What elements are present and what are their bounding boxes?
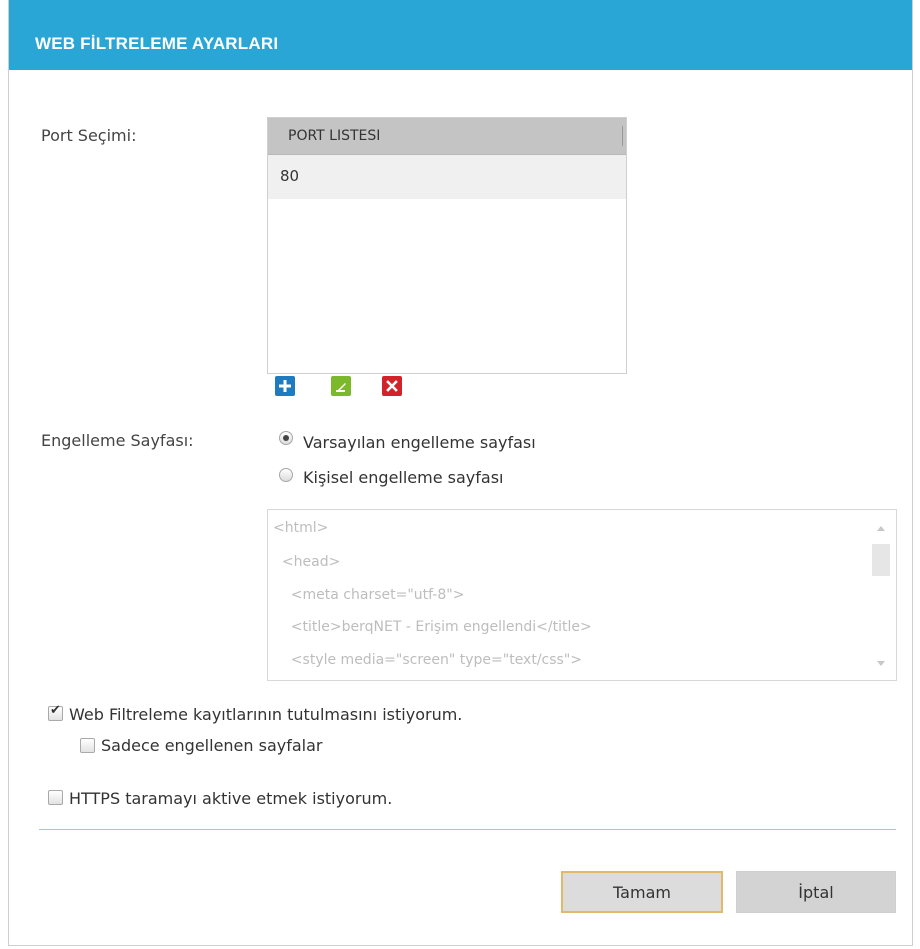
editor-scrollbar[interactable] (872, 516, 890, 674)
custom-block-page-radio[interactable] (279, 468, 293, 482)
port-list-row[interactable]: 80 (268, 155, 626, 199)
default-block-page-label: Varsayılan engelleme sayfası (303, 433, 536, 452)
code-line: <style media="screen" type="text/css"> (273, 652, 583, 668)
edit-icon (336, 383, 346, 392)
scroll-up-icon[interactable] (877, 526, 885, 531)
only-blocked-pages-checkbox[interactable] (80, 738, 95, 753)
https-scan-checkbox[interactable] (48, 790, 63, 805)
footer-divider (39, 829, 896, 830)
cancel-button[interactable]: İptal (736, 871, 896, 913)
custom-block-page-editor[interactable]: <html> <head> <meta charset="utf-8"> <ti… (267, 509, 897, 681)
dialog-titlebar: WEB FİLTRELEME AYARLARI (9, 0, 912, 70)
code-line: <head> (273, 554, 341, 570)
enable-logging-label: Web Filtreleme kayıtlarının tutulmasını … (69, 705, 463, 724)
scroll-down-icon[interactable] (877, 661, 885, 666)
custom-block-page-label: Kişisel engelleme sayfası (303, 468, 504, 487)
code-line: <html> (273, 520, 329, 536)
code-line: <meta charset="utf-8"> (273, 587, 465, 603)
port-list-header-label: PORT LISTESI (288, 128, 381, 144)
default-block-page-radio[interactable] (279, 431, 293, 445)
port-list-header[interactable]: PORT LISTESI (268, 118, 626, 155)
code-line: <title>berqNET - Erişim engellendi</titl… (273, 619, 592, 635)
enable-logging-checkbox[interactable] (48, 703, 63, 721)
plus-icon (279, 380, 291, 392)
only-blocked-pages-label: Sadece engellenen sayfalar (101, 736, 323, 755)
column-separator (622, 126, 623, 146)
web-filter-settings-dialog: WEB FİLTRELEME AYARLARI Port Seçimi: POR… (8, 0, 913, 946)
x-icon (386, 380, 398, 392)
add-port-button[interactable] (275, 376, 295, 396)
edit-port-button[interactable] (331, 376, 351, 396)
port-selection-label: Port Seçimi: (41, 126, 137, 145)
port-value: 80 (280, 167, 300, 185)
https-scan-label: HTTPS taramayı aktive etmek istiyorum. (69, 789, 393, 808)
delete-port-button[interactable] (382, 376, 402, 396)
scrollbar-thumb[interactable] (872, 544, 890, 576)
ok-button[interactable]: Tamam (561, 871, 723, 913)
port-list[interactable]: PORT LISTESI 80 (267, 117, 627, 374)
block-page-label: Engelleme Sayfası: (41, 431, 194, 450)
dialog-title: WEB FİLTRELEME AYARLARI (35, 34, 279, 53)
